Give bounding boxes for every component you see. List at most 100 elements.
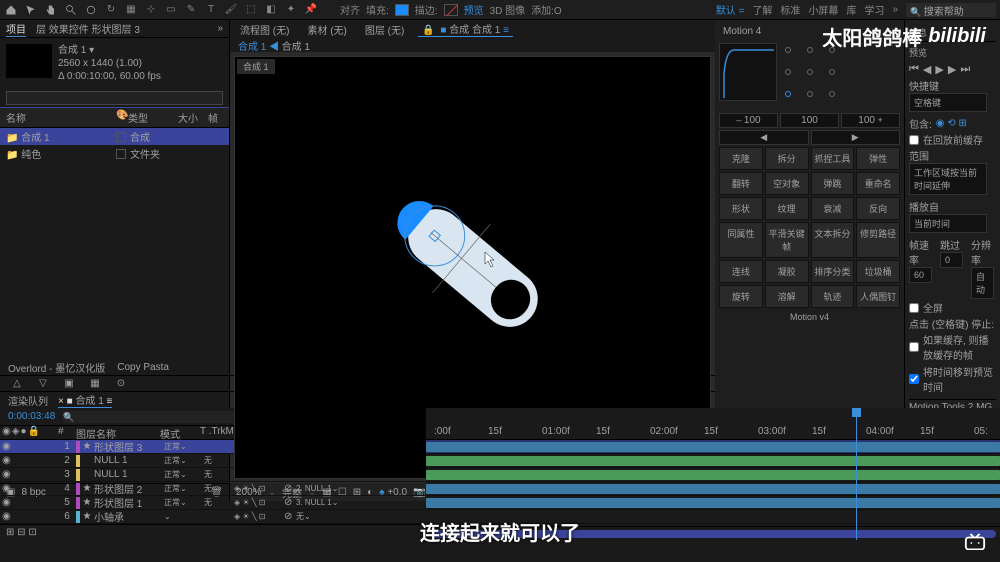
project-row[interactable]: 📁 合成 1合成 (0, 128, 229, 145)
track-row[interactable] (426, 496, 1000, 510)
puppet-tool-icon[interactable]: 📌 (304, 3, 318, 17)
motion-btn[interactable]: 空对象 (765, 172, 809, 195)
motion-btn[interactable]: 弹性 (856, 147, 900, 170)
stroke-swatch[interactable] (444, 4, 458, 16)
prev-frame-icon[interactable]: ◀ (923, 63, 931, 76)
preview-label[interactable]: 预览 (464, 2, 484, 17)
overlord-tab[interactable]: Overlord - 墨忆汉化版 (8, 360, 105, 375)
layer-row[interactable]: ◉4★形状图层 2正常⌄无◈ ☀ ╲ ⊡⊘2. NULL 1⌄ (0, 482, 426, 496)
shortcut-dd[interactable]: 空格键 (909, 93, 987, 112)
skip-dd[interactable]: 0 (940, 252, 963, 268)
col-layer-name[interactable]: 图层名称 (76, 426, 160, 439)
ov-icon-3[interactable]: ▣ (60, 377, 78, 391)
fill-swatch[interactable] (395, 4, 409, 16)
selection-tool-icon[interactable] (24, 3, 38, 17)
zoom-tool-icon[interactable] (64, 3, 78, 17)
anchor-tool-icon[interactable]: ⊹ (144, 3, 158, 17)
text-tool-icon[interactable]: T (204, 3, 218, 17)
track-row[interactable] (426, 454, 1000, 468)
orbit-tool-icon[interactable] (84, 3, 98, 17)
workspace-lib[interactable]: 库 (846, 2, 856, 17)
play-icon[interactable]: ▶ (935, 63, 943, 76)
playfrom-dd[interactable]: 当前时间 (909, 214, 987, 233)
motion-btn[interactable]: 衰减 (811, 197, 855, 220)
motion-btn[interactable]: 平滑关键帧 (765, 222, 809, 258)
motion-btn[interactable]: 旋转 (719, 285, 763, 308)
stroke-label[interactable]: 描边: (415, 2, 438, 17)
motion-val-1[interactable]: – 100 (719, 113, 778, 128)
3d-label[interactable]: 3D 图像 (490, 2, 526, 17)
motion-btn[interactable]: 垃圾桶 (856, 260, 900, 283)
ov-icon-2[interactable]: ▽ (34, 377, 52, 391)
col-size[interactable]: 大小 (178, 110, 208, 125)
copypasta-tab[interactable]: Copy Pasta (117, 362, 169, 373)
tab-comp-tl[interactable]: × ■ 合成 1 ≡ (58, 392, 112, 408)
snap-label[interactable]: 对齐 (340, 2, 360, 17)
roto-tool-icon[interactable]: ✦ (284, 3, 298, 17)
first-frame-icon[interactable]: ⏮ (909, 63, 919, 76)
cached-checkbox[interactable] (909, 342, 919, 352)
track-row[interactable] (426, 468, 1000, 482)
project-search[interactable] (6, 91, 223, 105)
project-row[interactable]: 📁 纯色文件夹 (0, 145, 229, 162)
ov-icon-5[interactable]: ⊙ (112, 377, 130, 391)
tab-effects[interactable]: 层 效果控件 形状图层 3 (36, 21, 140, 36)
motion-btn[interactable]: 人偶图钉 (856, 285, 900, 308)
motion-btn[interactable]: 抓捏工具 (811, 147, 855, 170)
motion-btn[interactable]: 拆分 (765, 147, 809, 170)
tab-render-queue[interactable]: 渲染队列 (8, 393, 48, 408)
tab-project[interactable]: 项目 (6, 21, 26, 37)
tab-flowchart[interactable]: 流程图 (无) (236, 22, 293, 37)
motion-btn[interactable]: 排序分类 (811, 260, 855, 283)
shape-tool-icon[interactable]: ▭ (164, 3, 178, 17)
col-fps[interactable]: 帧 (208, 110, 218, 125)
timeline-current-time[interactable]: 0:00:03:48 (8, 411, 55, 422)
tab-comp-active[interactable]: 🔒 ■ 合成 合成 1 ≡ (418, 21, 513, 37)
workspace-small[interactable]: 小屏幕 (808, 2, 838, 17)
motion-btn[interactable]: 弹跳 (811, 172, 855, 195)
fps-dd[interactable]: 60 (909, 267, 932, 283)
motion-btn[interactable]: 凝胶 (765, 260, 809, 283)
pen-tool-icon[interactable]: ✎ (184, 3, 198, 17)
next-frame-icon[interactable]: ▶ (948, 63, 956, 76)
cache-checkbox[interactable] (909, 135, 919, 145)
track-row[interactable] (426, 482, 1000, 496)
col-mode[interactable]: 模式 (160, 426, 200, 439)
motion-btn[interactable]: 连线 (719, 260, 763, 283)
ov-icon-1[interactable]: △ (8, 377, 26, 391)
ease-graph[interactable] (719, 43, 777, 101)
brush-tool-icon[interactable]: 🖌 (224, 3, 238, 17)
search-help[interactable]: 🔍 搜索帮助 (906, 3, 996, 17)
motion-btn[interactable]: 形状 (719, 197, 763, 220)
include-icon[interactable]: ◉ ⟲ ⊞ (936, 118, 967, 129)
tab-footage[interactable]: 素材 (无) (303, 22, 350, 37)
workspace-learn[interactable]: 了解 (752, 2, 772, 17)
layer-row[interactable]: ◉5★形状图层 1正常⌄无◈ ☀ ╲ ⊡⊘3. NULL 1⌄ (0, 496, 426, 510)
panel-menu-icon[interactable]: » (217, 23, 223, 34)
range-dd[interactable]: 工作区域按当前时间延伸 (909, 163, 987, 195)
fill-label[interactable]: 填充: (366, 2, 389, 17)
motion-btn[interactable]: 同属性 (719, 222, 763, 258)
motion-slider-l[interactable]: ◀ (719, 130, 809, 145)
workspace-standard[interactable]: 标准 (780, 2, 800, 17)
motion-btn[interactable]: 溶解 (765, 285, 809, 308)
home-icon[interactable] (4, 3, 18, 17)
workspace-more[interactable]: » (892, 4, 898, 15)
last-frame-icon[interactable]: ⏭ (960, 63, 970, 76)
canvas-shape[interactable] (363, 158, 583, 378)
motion-btn[interactable]: 反向 (856, 197, 900, 220)
motion-btn[interactable]: 翻转 (719, 172, 763, 195)
motion-btn[interactable]: 克隆 (719, 147, 763, 170)
anchor-grid[interactable] (781, 43, 847, 109)
stamp-tool-icon[interactable]: ⬚ (244, 3, 258, 17)
ov-icon-4[interactable]: ▦ (86, 377, 104, 391)
col-type[interactable]: 类型 (128, 110, 178, 125)
movetime-checkbox[interactable] (909, 374, 919, 384)
workspace-default[interactable]: 默认 = (716, 2, 745, 17)
res-dd[interactable]: 自动 (971, 267, 994, 299)
col-name[interactable]: 名称 (6, 110, 116, 125)
eraser-tool-icon[interactable]: ◧ (264, 3, 278, 17)
motion-btn[interactable]: 文本拆分 (811, 222, 855, 258)
motion-val-2[interactable]: 100 (780, 113, 839, 128)
workspace-study[interactable]: 学习 (864, 2, 884, 17)
